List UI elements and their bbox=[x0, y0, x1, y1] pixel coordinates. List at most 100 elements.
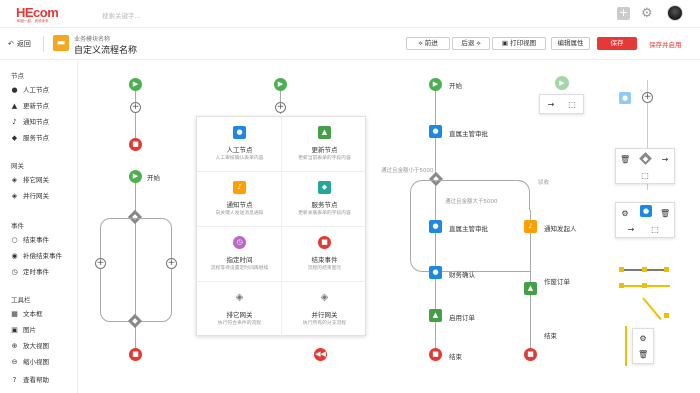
image-icon: ▣ bbox=[11, 326, 18, 334]
node-palette: ● 人工节点 人工审核确认表单内容 ▲ 更新节点 更新当前表单的字段内容 ♪ 通… bbox=[196, 116, 367, 337]
end-event[interactable]: ■ bbox=[524, 348, 537, 361]
gear-icon[interactable]: ⚙ bbox=[638, 334, 648, 344]
line-handle[interactable] bbox=[642, 267, 647, 272]
palette-item-end-event[interactable]: ■ 结束事件 流程的结束图元 bbox=[282, 227, 367, 282]
sidebar-item-notify[interactable]: ♪ 通知节点 bbox=[10, 116, 49, 126]
connect-icon[interactable]: ⬚ bbox=[650, 225, 660, 235]
sidebar-item-timer[interactable]: ◷ 定时事件 bbox=[10, 266, 49, 276]
line-handle[interactable] bbox=[642, 283, 647, 288]
palette-item-desc: 执行符合条件的流程 bbox=[217, 321, 262, 326]
stop-icon: ■ bbox=[318, 236, 331, 249]
add-node-button[interactable]: + bbox=[642, 92, 653, 103]
line-handle[interactable] bbox=[619, 283, 624, 288]
connect-icon[interactable]: ⬚ bbox=[640, 171, 650, 181]
manual-node[interactable]: ● bbox=[429, 125, 442, 138]
exclusive-gateway-icon: ◈ bbox=[235, 292, 244, 303]
manual-node[interactable]: ● bbox=[429, 266, 442, 279]
connect-icon[interactable]: ⬚ bbox=[567, 100, 577, 110]
palette-item-parallel[interactable]: ◈ 并行网关 执行所有的分支流程 bbox=[282, 282, 367, 337]
help-icon: ? bbox=[12, 376, 17, 384]
palette-item-update[interactable]: ▲ 更新节点 更新当前表单的字段内容 bbox=[282, 117, 367, 172]
end-event[interactable]: ■ bbox=[129, 348, 142, 361]
trash-icon[interactable]: 🗑 bbox=[660, 209, 670, 219]
notify-node[interactable]: ♪ bbox=[524, 220, 537, 233]
sidebar-item-service[interactable]: ◆ 服务节点 bbox=[10, 132, 49, 142]
save-enable-button[interactable]: 保存并启用 bbox=[649, 39, 682, 49]
end-event[interactable]: ■ bbox=[129, 138, 142, 151]
sidebar-item-label: 文本框 bbox=[23, 310, 43, 318]
sidebar-item-textbox[interactable]: ▦ 文本框 bbox=[10, 308, 43, 318]
sidebar-item-manual[interactable]: ● 人工节点 bbox=[10, 84, 49, 94]
sidebar-item-image[interactable]: ▣ 图片 bbox=[10, 324, 36, 334]
sidebar-item-zoom-out[interactable]: ⊖ 缩小视图 bbox=[10, 356, 49, 366]
palette-item-service[interactable]: ◆ 服务节点 更新关联表单的字段内容 bbox=[282, 172, 367, 227]
palette-item-exclusive[interactable]: ◈ 排它网关 执行符合条件的流程 bbox=[197, 282, 282, 337]
node-label: 通知发起人 bbox=[544, 225, 577, 233]
end-event[interactable]: ■ bbox=[429, 348, 442, 361]
add-node-button[interactable]: + bbox=[130, 102, 141, 113]
line-handle[interactable] bbox=[619, 267, 624, 272]
palette-item-title: 指定时间 bbox=[226, 256, 253, 264]
forward-button[interactable]: ⟡ 前进 bbox=[406, 37, 450, 50]
trash-icon[interactable]: 🗑 bbox=[638, 350, 648, 360]
sidebar-item-exclusive[interactable]: ◈ 排它网关 bbox=[10, 174, 49, 184]
parallel-gateway-icon: ◈ bbox=[320, 292, 329, 303]
sidebar-item-help[interactable]: ? 查看帮助 bbox=[10, 374, 49, 384]
gateway-icon[interactable] bbox=[639, 152, 652, 165]
trash-icon[interactable]: 🗑 bbox=[620, 155, 630, 165]
zoom-out-icon: ⊖ bbox=[11, 358, 18, 366]
print-label: 打印视图 bbox=[510, 39, 537, 47]
save-button[interactable]: 保存 bbox=[597, 37, 637, 50]
avatar[interactable] bbox=[667, 5, 683, 21]
sidebar-item-label: 补偿结束事件 bbox=[23, 252, 62, 260]
reject-label: 驳收 bbox=[538, 180, 550, 186]
parallel-gateway-icon: ◈ bbox=[11, 192, 18, 200]
sidebar-item-label: 更新节点 bbox=[23, 102, 49, 110]
manual-node[interactable]: ● bbox=[429, 220, 442, 233]
back-step-button[interactable]: 后退 ⟡ bbox=[452, 37, 490, 50]
palette-item-desc: 流程等待设置定时间再继续 bbox=[210, 266, 269, 271]
node-context-toolbar: ⚙ ● 🗑 → ⬚ bbox=[615, 202, 675, 238]
start-event[interactable]: ▶ bbox=[129, 78, 142, 91]
exclusive-gateway-icon: ◈ bbox=[11, 176, 18, 184]
start-event[interactable]: ▶ bbox=[274, 78, 287, 91]
sidebar-item-parallel[interactable]: ◈ 并行网关 bbox=[10, 190, 49, 200]
palette-item-manual[interactable]: ● 人工节点 人工审核确认表单内容 bbox=[197, 117, 282, 172]
arrow-right-icon[interactable]: → bbox=[546, 100, 556, 110]
arrow-right-icon[interactable]: → bbox=[660, 155, 670, 165]
sidebar-item-comp-end[interactable]: ◉ 补偿结束事件 bbox=[10, 250, 62, 260]
compensate-end-event[interactable]: ◀◀ bbox=[314, 348, 327, 361]
search-input[interactable]: 搜索关键字... bbox=[102, 10, 141, 20]
add-branch-button[interactable]: + bbox=[95, 258, 106, 269]
back-button[interactable]: ↶ 返回 bbox=[8, 39, 31, 49]
sidebar-item-update[interactable]: ▲ 更新节点 bbox=[10, 100, 49, 110]
line-handle[interactable] bbox=[664, 313, 669, 318]
gear-icon[interactable]: ⚙ bbox=[620, 209, 630, 219]
sidebar-item-end-event[interactable]: ○ 结束事件 bbox=[10, 234, 49, 244]
end-label: 结束 bbox=[544, 332, 557, 340]
arrow-right-icon[interactable]: → bbox=[626, 225, 636, 235]
start-event-hover[interactable]: ▶ bbox=[555, 76, 569, 90]
palette-item-desc: 更新当前表单的字段内容 bbox=[298, 156, 351, 161]
update-node[interactable]: ▲ bbox=[429, 309, 442, 322]
edit-props-button[interactable]: 编辑属性 bbox=[551, 37, 590, 50]
palette-item-timer[interactable]: ◷ 指定时间 流程等待设置定时间再继续 bbox=[197, 227, 282, 282]
line-handle[interactable] bbox=[664, 267, 669, 272]
start-event[interactable]: ▶ bbox=[129, 170, 142, 183]
clock-icon: ◷ bbox=[11, 268, 18, 276]
connector bbox=[135, 90, 136, 140]
palette-item-notify[interactable]: ♪ 通知节点 向关键人发送消息通知 bbox=[197, 172, 282, 227]
add-node-button[interactable]: + bbox=[275, 102, 286, 113]
sidebar-item-zoom-in[interactable]: ⊕ 放大视图 bbox=[10, 340, 49, 350]
manual-node-ghost[interactable]: ● bbox=[619, 92, 631, 104]
gear-icon[interactable]: ⚙ bbox=[641, 7, 654, 20]
add-branch-button[interactable]: + bbox=[166, 258, 177, 269]
manual-node[interactable]: ● bbox=[640, 205, 652, 217]
add-icon[interactable]: + bbox=[617, 7, 630, 20]
print-button[interactable]: ▣ 打印视图 bbox=[492, 37, 546, 50]
service-icon: ◆ bbox=[11, 134, 18, 142]
palette-item-desc: 向关键人发送消息通知 bbox=[215, 211, 264, 216]
bell-icon: ♪ bbox=[12, 118, 17, 126]
update-node[interactable]: ▲ bbox=[524, 282, 537, 295]
start-event[interactable]: ▶ bbox=[429, 78, 442, 91]
